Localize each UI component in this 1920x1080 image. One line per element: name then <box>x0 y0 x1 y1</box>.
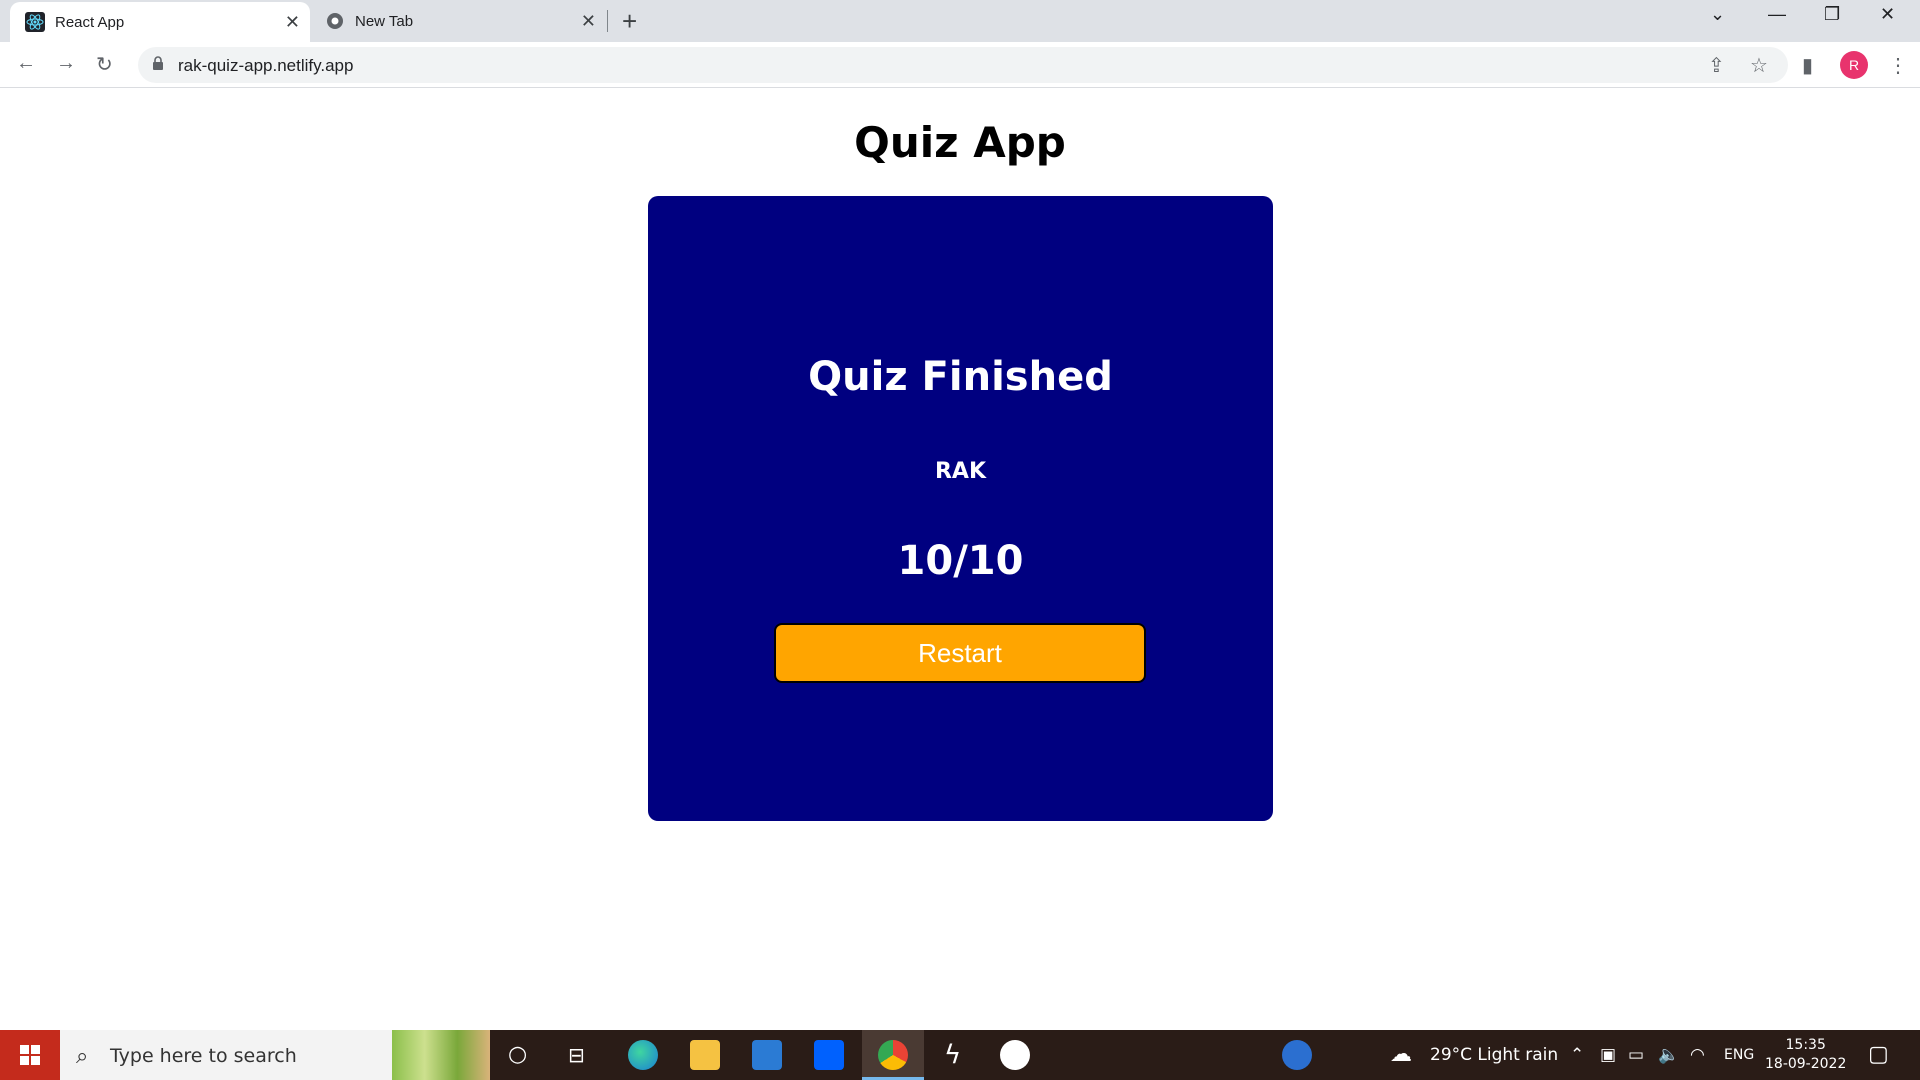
new-tab-icon[interactable]: + <box>622 6 637 37</box>
device-icon[interactable]: ▣ <box>1600 1045 1616 1065</box>
weather-text[interactable]: 29°C Light rain <box>1430 1045 1558 1065</box>
side-panel-icon[interactable]: ▮ <box>1802 53 1813 78</box>
tab-title: React App <box>55 13 125 31</box>
minimize-icon[interactable]: — <box>1768 4 1786 25</box>
tab-divider <box>607 10 608 32</box>
chrome-icon <box>878 1040 908 1070</box>
address-bar[interactable]: rak-quiz-app.netlify.app ⇪ ☆ <box>138 47 1788 83</box>
lock-icon <box>153 56 163 70</box>
restart-button[interactable]: Restart <box>774 623 1146 683</box>
close-tab-icon[interactable]: ✕ <box>581 11 596 32</box>
browser-toolbar: ← → ↻ rak-quiz-app.netlify.app ⇪ ☆ ▮ R ⋮ <box>0 42 1920 88</box>
volume-icon[interactable]: 🔈 <box>1658 1045 1679 1065</box>
player-name: RAK <box>934 459 986 484</box>
back-icon[interactable]: ← <box>16 52 36 75</box>
taskbar: ⌕ Type here to search ○ ⊟ ϟ ☁ 29°C Light… <box>0 1030 1920 1080</box>
search-highlight-image <box>392 1030 490 1080</box>
profile-avatar[interactable]: R <box>1840 51 1868 79</box>
taskbar-search[interactable]: ⌕ Type here to search <box>60 1030 490 1080</box>
word-icon[interactable] <box>1000 1040 1030 1070</box>
app-icon[interactable]: ϟ <box>944 1040 961 1070</box>
chrome-icon <box>327 13 343 29</box>
forward-icon[interactable]: → <box>56 52 76 75</box>
battery-icon[interactable]: ▭ <box>1628 1045 1644 1065</box>
tab-new-tab[interactable]: New Tab ✕ <box>310 0 606 42</box>
file-explorer-icon[interactable] <box>690 1040 720 1070</box>
language-indicator[interactable]: ENG <box>1724 1047 1754 1063</box>
quiz-finished-heading: Quiz Finished <box>808 354 1113 400</box>
tab-title: New Tab <box>355 12 414 30</box>
page-title: Quiz App <box>854 118 1066 167</box>
clock[interactable]: 15:35 18-09-2022 <box>1765 1036 1846 1074</box>
chrome-taskbar-active[interactable] <box>862 1030 924 1080</box>
notifications-icon[interactable]: ▢ <box>1868 1042 1889 1067</box>
tab-search-icon[interactable]: ⌄ <box>1710 4 1725 25</box>
search-icon: ⌕ <box>76 1043 89 1068</box>
score-text: 10/10 <box>897 538 1024 584</box>
search-placeholder: Type here to search <box>110 1045 297 1067</box>
browser-tab-strip: React App ✕ New Tab ✕ + ⌄ — ❐ ✕ <box>0 0 1920 42</box>
close-window-icon[interactable]: ✕ <box>1880 4 1895 25</box>
share-icon[interactable]: ⇪ <box>1708 53 1725 78</box>
url-text: rak-quiz-app.netlify.app <box>178 56 354 75</box>
result-card: Quiz Finished RAK 10/10 Restart <box>648 196 1273 821</box>
wifi-icon[interactable]: ◠ <box>1690 1045 1705 1065</box>
start-button[interactable] <box>0 1030 60 1080</box>
dropbox-icon[interactable] <box>814 1040 844 1070</box>
help-icon[interactable] <box>1282 1040 1312 1070</box>
reload-icon[interactable]: ↻ <box>96 52 113 77</box>
react-icon <box>25 12 45 32</box>
windows-icon <box>20 1045 40 1065</box>
close-tab-icon[interactable]: ✕ <box>285 12 300 33</box>
weather-cloud-icon: ☁ <box>1390 1042 1412 1067</box>
restore-icon[interactable]: ❐ <box>1824 4 1840 25</box>
clock-time: 15:35 <box>1785 1037 1826 1053</box>
task-view-icon[interactable]: ⊟ <box>568 1043 585 1067</box>
mail-icon[interactable] <box>752 1040 782 1070</box>
cortana-icon[interactable]: ○ <box>508 1042 527 1067</box>
tab-react-app[interactable]: React App ✕ <box>10 2 310 42</box>
show-hidden-icons-icon[interactable]: ⌃ <box>1570 1045 1584 1065</box>
edge-icon[interactable] <box>628 1040 658 1070</box>
bookmark-star-icon[interactable]: ☆ <box>1750 53 1768 78</box>
clock-date: 18-09-2022 <box>1765 1056 1847 1072</box>
menu-icon[interactable]: ⋮ <box>1888 53 1908 78</box>
